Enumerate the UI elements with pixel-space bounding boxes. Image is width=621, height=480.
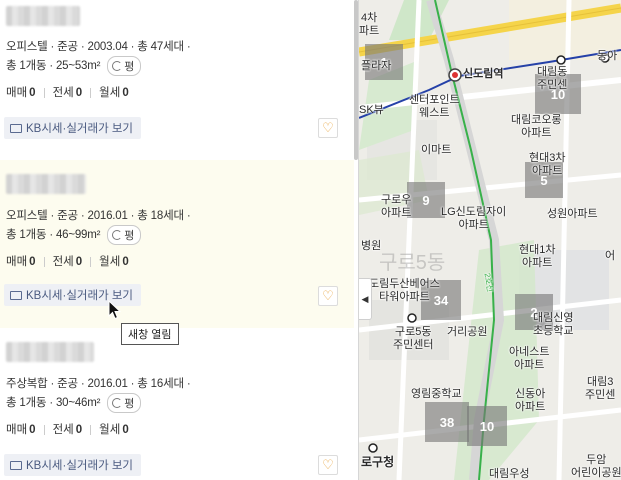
listing-card[interactable]: 오피스텔 · 준공 · 2016.01 · 총 18세대 · 총 1개동 · 4… — [0, 160, 354, 328]
refresh-icon — [112, 230, 123, 240]
price-sale-count: 0 — [29, 256, 36, 268]
favorite-button[interactable]: ♡ — [318, 286, 338, 306]
map-label: 구로우 아파트 — [381, 194, 412, 219]
listing-meta: 오피스텔 · 준공 · 2003.04 · 총 47세대 · — [6, 41, 191, 53]
pyeong-toggle-button[interactable]: 평 — [107, 56, 142, 76]
price-monthly-count: 0 — [122, 424, 129, 436]
listing-name-blurred — [6, 342, 94, 362]
map-label: 병원 — [361, 240, 382, 252]
price-counts: 매매 0 전세 0 월세 0 — [6, 84, 129, 100]
kb-price-button-label: KB시세·실거래가 보기 — [26, 460, 134, 472]
price-sale-count: 0 — [29, 424, 36, 436]
map-label: 현대1차 아파트 — [519, 244, 556, 269]
area-range: 총 1개동 · 25~53m² — [6, 60, 101, 73]
heart-icon: ♡ — [322, 120, 334, 135]
map-label: 도림두산베어스 타워아파트 — [369, 278, 440, 303]
price-sale-label: 매매 — [6, 87, 28, 99]
refresh-icon — [112, 398, 123, 408]
map-label: 4차 파트 — [359, 12, 380, 37]
map-cluster[interactable]: 10 — [467, 406, 507, 446]
kb-monitor-icon — [10, 290, 22, 300]
price-jeonse-label: 전세 — [52, 87, 74, 99]
price-counts: 매매 0 전세 0 월세 0 — [6, 253, 129, 269]
heart-icon: ♡ — [322, 457, 334, 472]
map-label: 거리공원 — [447, 326, 488, 338]
listing-area: 총 1개동 · 46~99m² 평 — [6, 225, 142, 245]
price-sale-label: 매매 — [6, 256, 28, 268]
price-jeonse-count: 0 — [75, 424, 83, 436]
new-window-tooltip: 새창 열림 — [121, 323, 179, 345]
map-label: 현대3차 아파트 — [529, 152, 566, 177]
map-label: 영림중학교 — [411, 388, 462, 400]
chevron-left-icon: ◀ — [361, 293, 369, 304]
kb-price-button[interactable]: KB시세·실거래가 보기 — [4, 454, 142, 476]
kb-price-button[interactable]: KB시세·실거래가 보기 — [4, 117, 142, 139]
listing-panel: 오피스텔 · 준공 · 2003.04 · 총 47세대 · 총 1개동 · 2… — [0, 0, 358, 480]
map-label: 플라자 — [361, 60, 392, 72]
price-jeonse-label: 전세 — [52, 424, 74, 436]
price-jeonse-count: 0 — [75, 87, 83, 99]
kb-price-button-label: KB시세·실거래가 보기 — [26, 123, 134, 135]
map-label: 아네스트 아파트 — [509, 346, 550, 371]
map-label-station: 신도림역 — [463, 68, 504, 80]
pyeong-label: 평 — [124, 230, 135, 242]
pyeong-label: 평 — [124, 61, 135, 73]
map-collapse-button[interactable]: ◀ — [359, 278, 372, 320]
favorite-button[interactable]: ♡ — [318, 455, 338, 475]
map-label: SK뷰 — [359, 104, 384, 116]
favorite-button[interactable]: ♡ — [318, 118, 338, 138]
map-label: 대림코오롱 아파트 — [511, 114, 562, 139]
kb-monitor-icon — [10, 123, 22, 133]
price-monthly-label: 월세 — [99, 87, 121, 99]
listing-meta: 주상복합 · 준공 · 2016.01 · 총 16세대 · — [6, 378, 191, 390]
map-cluster[interactable]: 9 — [407, 182, 445, 218]
refresh-icon — [112, 61, 123, 71]
price-monthly-label: 월세 — [99, 256, 121, 268]
pyeong-toggle-button[interactable]: 평 — [107, 393, 142, 413]
price-jeonse-count: 0 — [75, 256, 83, 268]
price-sale-count: 0 — [29, 87, 36, 99]
map-label: 구로5동 주민센터 — [393, 326, 434, 351]
map-view[interactable]: 구로5동 1 10 9 5 34 2 38 10 4차 파트 플라자 신도림역 … — [359, 0, 621, 480]
listing-area: 총 1개동 · 25~53m² 평 — [6, 56, 142, 76]
mouse-cursor-icon — [108, 299, 122, 325]
area-range: 총 1개동 · 30~46m² — [6, 397, 101, 410]
price-monthly-count: 0 — [122, 87, 129, 99]
pyeong-toggle-button[interactable]: 평 — [107, 225, 142, 245]
listing-meta: 오피스텔 · 준공 · 2016.01 · 총 18세대 · — [6, 210, 191, 222]
price-counts: 매매 0 전세 0 월세 0 — [6, 421, 129, 437]
price-sale-label: 매매 — [6, 424, 28, 436]
map-label: 센터포인트 웨스트 — [409, 94, 460, 119]
map-label: 두암 어린이공원 — [571, 454, 621, 479]
pyeong-label: 평 — [124, 398, 135, 410]
price-monthly-count: 0 — [122, 256, 129, 268]
listing-area: 총 1개동 · 30~46m² 평 — [6, 393, 142, 413]
listing-card[interactable]: 오피스텔 · 준공 · 2003.04 · 총 47세대 · 총 1개동 · 2… — [0, 0, 354, 160]
map-label: 로구청 — [361, 455, 395, 469]
kb-monitor-icon — [10, 460, 22, 470]
map-label: 어 — [605, 250, 616, 262]
area-range: 총 1개동 · 46~99m² — [6, 229, 101, 242]
map-cluster[interactable]: 38 — [425, 402, 469, 442]
price-jeonse-label: 전세 — [52, 256, 74, 268]
map-label: LG신도림자이 아파트 — [441, 206, 507, 231]
map-label: 성원아파트 — [547, 208, 598, 220]
map-label: 대림3 주민센 — [585, 376, 616, 401]
map-label: 대림동 주민센 — [537, 66, 568, 91]
district-watermark: 구로5동 — [379, 252, 446, 274]
map-label: 신동아 아파트 — [515, 388, 546, 413]
map-label: 동아 — [597, 50, 618, 62]
listing-name-blurred — [6, 174, 86, 194]
map-label: 대림신영 초등학교 — [533, 312, 574, 337]
price-monthly-label: 월세 — [99, 424, 121, 436]
map-label: 대림우성 — [489, 468, 530, 480]
listing-name-blurred — [6, 6, 80, 26]
listing-card[interactable]: 주상복합 · 준공 · 2016.01 · 총 16세대 · 총 1개동 · 3… — [0, 328, 354, 480]
map-label: 이마트 — [421, 144, 452, 156]
heart-icon: ♡ — [322, 288, 334, 303]
